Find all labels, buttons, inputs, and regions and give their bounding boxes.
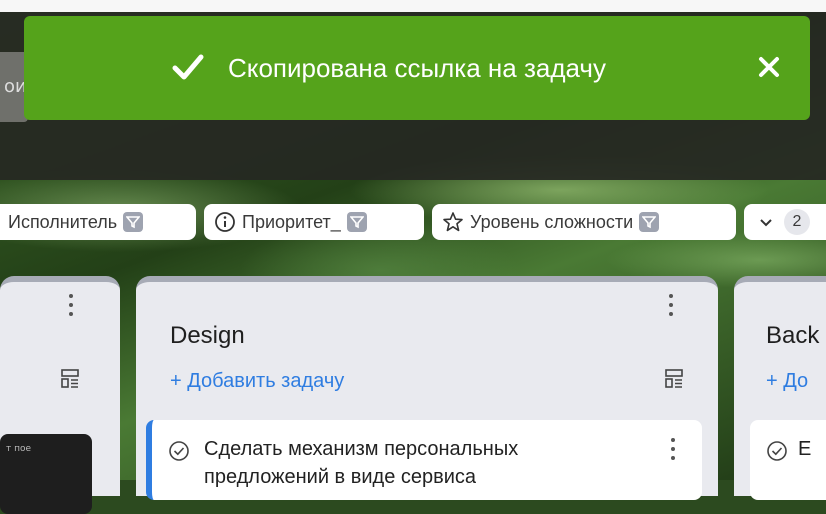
filter-assignee[interactable]: Исполнитель	[0, 204, 196, 240]
task-thumbnail[interactable]: т пое	[0, 434, 92, 514]
more-vertical-icon[interactable]	[668, 294, 674, 318]
board-column-backend: Back + До Е	[734, 276, 826, 500]
board-column: т пое	[0, 276, 120, 514]
toast-message: Скопирована ссылка на задачу	[228, 53, 606, 83]
column-title: Design	[170, 322, 245, 349]
check-circle-icon[interactable]	[766, 440, 788, 462]
close-icon[interactable]	[754, 52, 784, 82]
more-filters-button[interactable]: 2	[744, 204, 826, 240]
more-filters-count: 2	[784, 209, 810, 235]
top-strip	[0, 0, 826, 12]
more-vertical-icon[interactable]	[670, 438, 676, 462]
toast-notification: Скопирована ссылка на задачу	[24, 16, 810, 120]
layout-icon[interactable]	[664, 368, 684, 390]
task-card[interactable]: Сделать механизм персональных предложени…	[146, 420, 702, 500]
filter-label: Исполнитель	[8, 211, 118, 232]
board-column-design: Design + Добавить задачу Сделать механиз…	[136, 276, 718, 500]
task-title-line1: Е	[798, 438, 812, 460]
add-task-button[interactable]: + До	[766, 370, 808, 393]
layout-icon[interactable]	[60, 368, 80, 390]
check-circle-icon[interactable]	[168, 440, 190, 462]
filter-label: Приоритет_	[242, 211, 341, 232]
add-task-button[interactable]: + Добавить задачу	[170, 370, 344, 393]
info-icon	[215, 212, 235, 232]
task-card[interactable]: Е	[750, 420, 826, 500]
funnel-icon[interactable]	[123, 212, 144, 232]
more-vertical-icon[interactable]	[68, 294, 74, 318]
task-title-line1: Сделать механизм персональных	[204, 438, 519, 460]
filter-complexity[interactable]: Уровень сложности	[432, 204, 736, 240]
check-icon	[172, 54, 204, 80]
filter-label: Уровень сложности	[470, 211, 634, 232]
column-title: Back	[766, 322, 820, 349]
filter-priority[interactable]: Приоритет_	[204, 204, 424, 240]
task-title-line2: предложений в виде сервиса	[204, 466, 477, 488]
star-icon	[443, 212, 463, 232]
funnel-icon[interactable]	[346, 212, 367, 232]
funnel-icon[interactable]	[639, 212, 660, 232]
filter-bar: Исполнитель Приоритет_ Уровень сложности…	[0, 204, 826, 240]
thumbnail-text: т пое	[6, 444, 32, 454]
chevron-down-icon	[760, 219, 772, 227]
